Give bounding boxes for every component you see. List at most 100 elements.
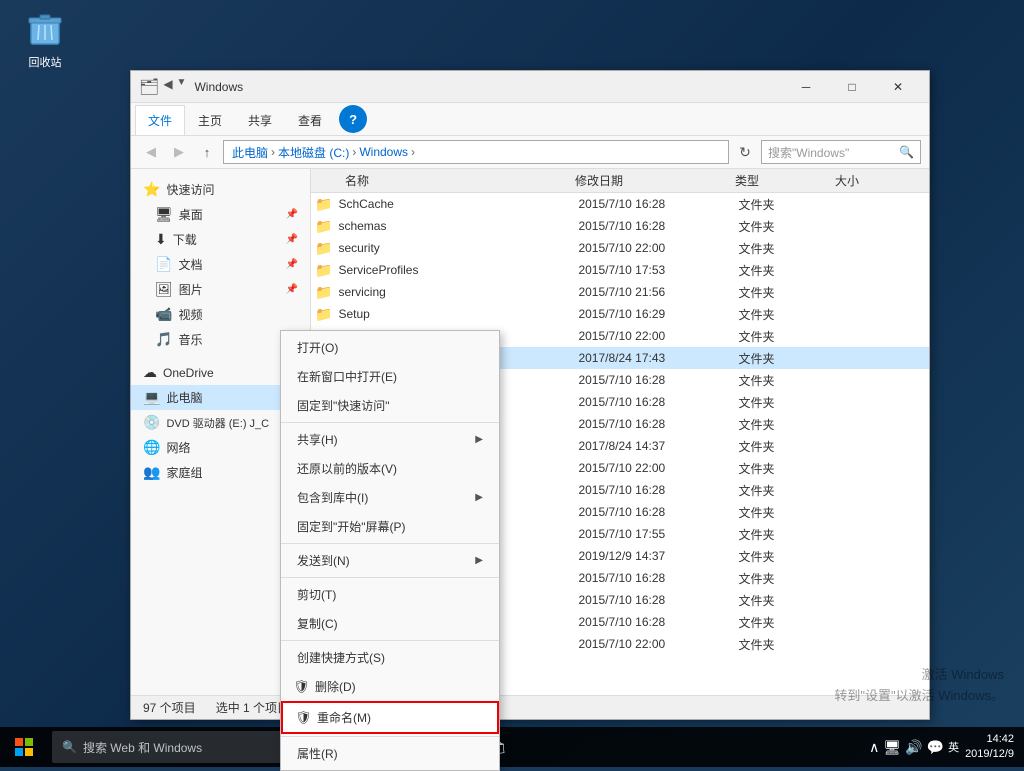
path-computer[interactable]: 此电脑 [232,144,268,161]
folder-icon: 📁 [315,218,332,235]
context-menu-item[interactable]: 包含到库中(I)▶ [281,483,499,512]
close-button[interactable]: ✕ [875,71,921,103]
menu-item-label: 删除(D) [315,678,356,695]
file-type: 文件夹 [738,460,838,477]
context-menu-separator [281,422,499,423]
context-menu-item[interactable]: 固定到"快速访问" [281,391,499,420]
file-date: 2015/7/10 16:28 [578,483,738,497]
search-box[interactable]: 搜索"Windows" 🔍 [761,140,921,164]
star-icon: ⭐ [143,181,160,198]
table-row[interactable]: 📁 SchCache 2015/7/10 16:28 文件夹 [311,193,929,215]
file-date: 2015/7/10 16:29 [578,307,738,321]
up-button[interactable]: ↑ [195,140,219,164]
clock[interactable]: 14:42 2019/12/9 [965,732,1014,763]
file-type: 文件夹 [738,592,838,609]
path-windows[interactable]: Windows [359,145,408,159]
maximize-button[interactable]: □ [829,71,875,103]
minimize-button[interactable]: ─ [783,71,829,103]
path-sep-2: › [352,145,356,159]
menu-item-label: 包含到库中(I) [297,489,368,506]
file-list-header: 名称 修改日期 类型 大小 [311,169,929,193]
sidebar-music-label: 音乐 [178,331,202,348]
context-menu-separator [281,543,499,544]
sidebar-item-desktop[interactable]: 🖥 桌面 📌 [131,202,310,227]
file-date: 2015/7/10 17:55 [578,527,738,541]
context-menu-item[interactable]: 创建快捷方式(S) [281,643,499,672]
menu-item-label: 剪切(T) [297,586,336,603]
context-menu: 打开(O)在新窗口中打开(E)固定到"快速访问" 共享(H)▶还原以前的版本(V)… [280,330,500,771]
menu-item-label: 复制(C) [297,615,338,632]
tab-home[interactable]: 主页 [185,105,235,135]
back-button[interactable]: ◀ [139,140,163,164]
sidebar-item-videos[interactable]: 📹 视频 [131,302,310,327]
col-size-header[interactable]: 大小 [835,172,915,189]
selected-count: 选中 1 个项目 [216,699,289,716]
sidebar-item-quick-access[interactable]: ⭐ 快速访问 [131,177,310,202]
lang-indicator[interactable]: 英 [948,739,959,755]
context-menu-item[interactable]: 发送到(N)▶ [281,546,499,575]
col-type-header[interactable]: 类型 [735,172,835,189]
explorer-window: 🗂 ◀ ▼ Windows ─ □ ✕ 文件 主页 共享 查看 ? ◀ [130,70,930,720]
title-bar-icons: 🗂 ◀ ▼ [139,77,186,97]
sidebar-videos-label: 视频 [178,306,202,323]
folder-icon: 📁 [315,196,332,213]
context-menu-separator [281,577,499,578]
context-menu-item[interactable]: 复制(C) [281,609,499,638]
file-name: Setup [338,307,578,321]
file-date: 2015/7/10 16:28 [578,505,738,519]
file-date: 2015/7/10 22:00 [578,241,738,255]
tray-arrow-icon[interactable]: ∧ [869,739,879,756]
file-name: security [338,241,578,255]
table-row[interactable]: 📁 ServiceProfiles 2015/7/10 17:53 文件夹 [311,259,929,281]
context-menu-item[interactable]: 还原以前的版本(V) [281,454,499,483]
context-menu-item[interactable]: 🛡删除(D) [281,672,499,701]
sidebar-item-download[interactable]: ⬇ 下载 📌 [131,227,310,252]
desktop: 回收站 🗂 ◀ ▼ Windows ─ □ ✕ 文件 主页 共享 查看 [0,0,1024,767]
context-menu-item[interactable]: 🛡重命名(M) [281,701,499,734]
file-date: 2015/7/10 22:00 [578,461,738,475]
folder-icon: 📁 [315,240,332,257]
table-row[interactable]: 📁 servicing 2015/7/10 21:56 文件夹 [311,281,929,303]
search-placeholder: 搜索"Windows" [768,144,899,161]
volume-icon[interactable]: 🔊 [905,739,922,756]
menu-item-label: 发送到(N) [297,552,350,569]
file-date: 2015/7/10 16:28 [578,417,738,431]
file-type: 文件夹 [738,284,838,301]
context-menu-item[interactable]: 属性(R) [281,739,499,768]
recycle-bin-icon[interactable]: 回收站 [10,10,80,70]
homegroup-icon: 👥 [143,464,160,481]
col-date-header[interactable]: 修改日期 [575,172,735,189]
file-date: 2015/7/10 22:00 [578,637,738,651]
menu-item-label: 固定到"开始"屏幕(P) [297,518,406,535]
table-row[interactable]: 📁 schemas 2015/7/10 16:28 文件夹 [311,215,929,237]
context-menu-item[interactable]: 在新窗口中打开(E) [281,362,499,391]
recycle-bin-label: 回收站 [29,54,62,70]
context-menu-item[interactable]: 打开(O) [281,333,499,362]
context-menu-item[interactable]: 固定到"开始"屏幕(P) [281,512,499,541]
forward-button[interactable]: ▶ [167,140,191,164]
file-date: 2015/7/10 17:53 [578,263,738,277]
address-path[interactable]: 此电脑 › 本地磁盘 (C:) › Windows › [223,140,729,164]
tab-view[interactable]: 查看 [285,105,335,135]
help-button[interactable]: ? [339,105,367,133]
file-type: 文件夹 [738,526,838,543]
start-button[interactable] [0,727,48,767]
sidebar-item-docs[interactable]: 📄 文档 📌 [131,252,310,277]
message-icon[interactable]: 💬 [927,739,944,756]
context-menu-item[interactable]: 剪切(T) [281,580,499,609]
col-name-header[interactable]: 名称 [315,172,575,189]
refresh-button[interactable]: ↻ [733,140,757,164]
table-row[interactable]: 📁 Setup 2015/7/10 16:29 文件夹 [311,303,929,325]
table-row[interactable]: 📁 security 2015/7/10 22:00 文件夹 [311,237,929,259]
network-tray-icon[interactable]: 🖥 [883,739,901,756]
tab-share[interactable]: 共享 [235,105,285,135]
sidebar-thispc-label: 此电脑 [166,389,202,406]
sidebar-homegroup-label: 家庭组 [166,464,202,481]
sidebar-item-pictures[interactable]: 🖼 图片 📌 [131,277,310,302]
taskbar-right: ∧ 🖥 🔊 💬 英 14:42 2019/12/9 [869,732,1024,763]
system-tray: ∧ 🖥 🔊 💬 英 [869,739,959,756]
address-bar: ◀ ▶ ↑ 此电脑 › 本地磁盘 (C:) › Windows › ↻ 搜索"W… [131,136,929,169]
context-menu-item[interactable]: 共享(H)▶ [281,425,499,454]
tab-file[interactable]: 文件 [135,105,185,135]
path-drive[interactable]: 本地磁盘 (C:) [278,144,349,161]
